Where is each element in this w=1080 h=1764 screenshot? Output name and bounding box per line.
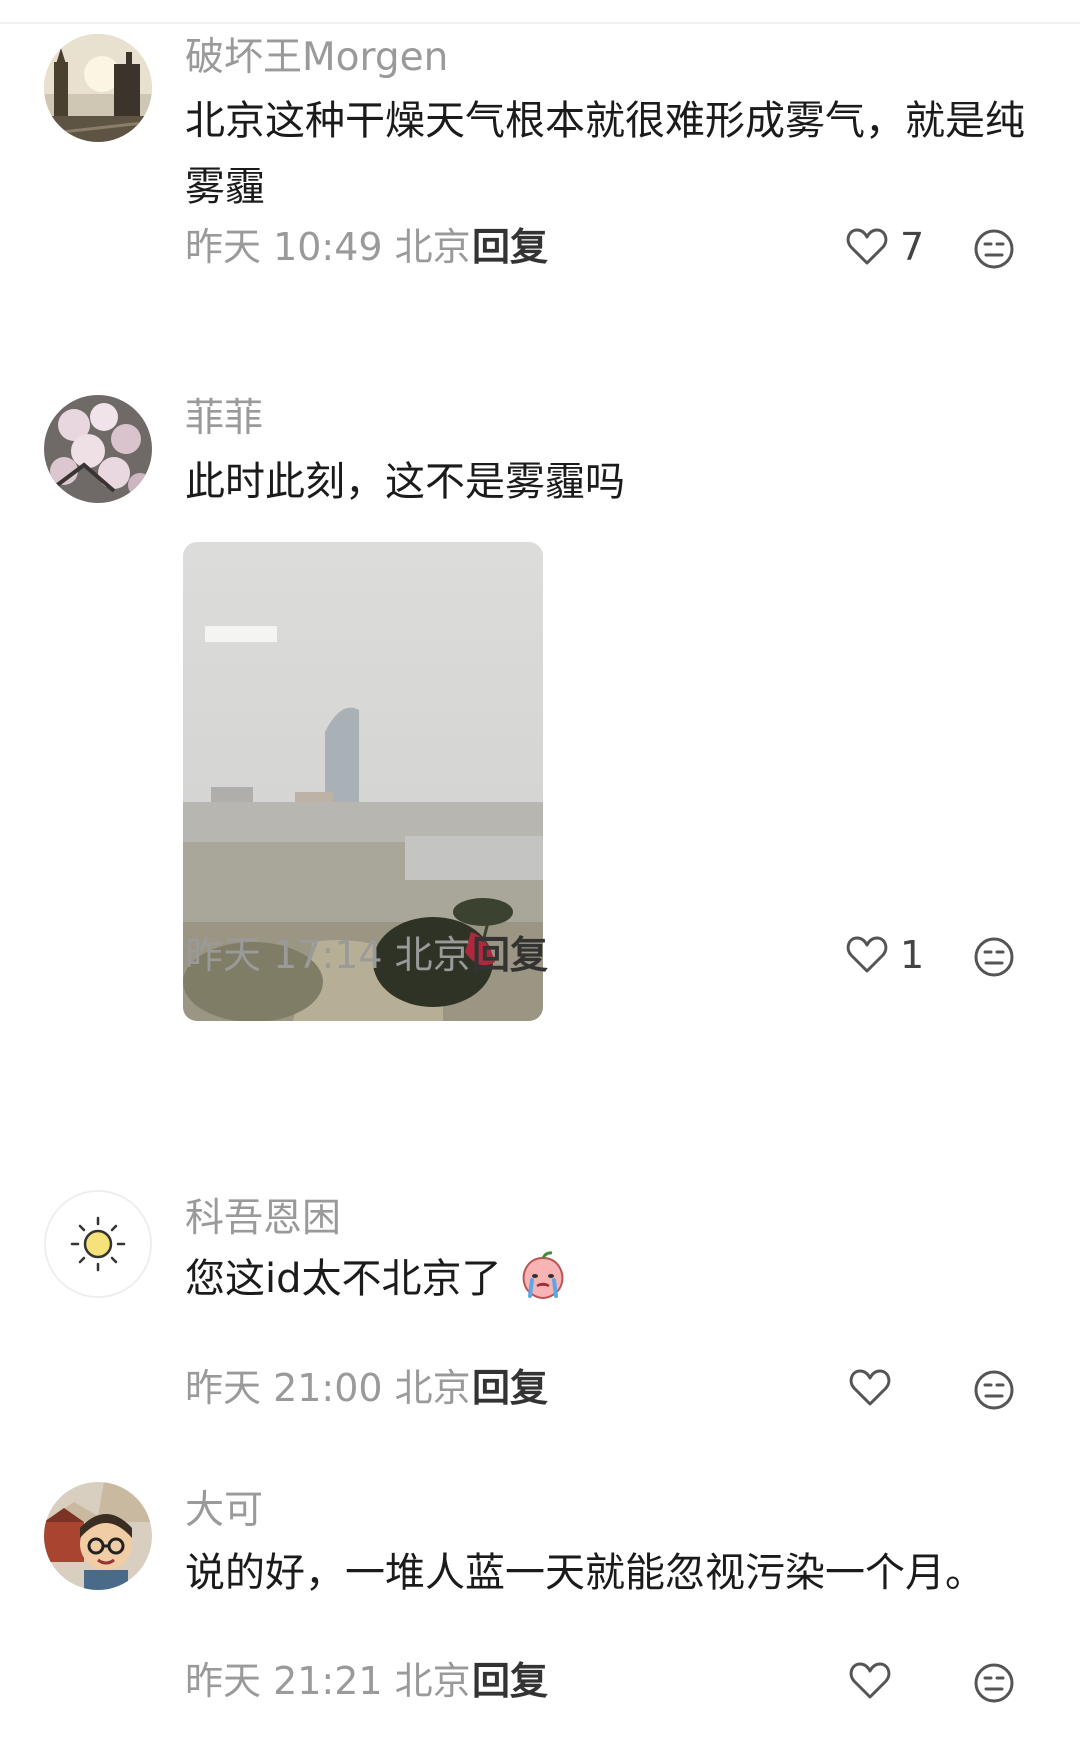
comment-timestamp: 昨天 21:21 北京 <box>185 1659 471 1703</box>
reaction-button[interactable] <box>972 1368 1016 1412</box>
like-count: 7 <box>900 225 925 269</box>
crying-peach-emoji-icon <box>522 1251 564 1300</box>
avatar[interactable] <box>44 1190 152 1298</box>
comment-text: 说的好，一堆人蓝一天就能忽视污染一个月。 <box>185 1550 985 1596</box>
heart-icon <box>846 228 888 265</box>
city-street-avatar-icon <box>44 34 152 142</box>
sun-avatar-icon <box>46 1192 150 1296</box>
comment-text-content: 您这id太不北京了 <box>185 1256 502 1302</box>
comment-timestamp: 昨天 10:49 北京 <box>185 225 471 269</box>
comment-timestamp: 昨天 21:00 北京 <box>185 1366 471 1410</box>
comment-text: 此时此刻，这不是雾霾吗 <box>185 459 625 505</box>
heart-icon <box>846 936 888 973</box>
reaction-button[interactable] <box>972 1661 1016 1705</box>
cartoon-person-avatar-icon <box>44 1482 152 1590</box>
neutral-face-icon <box>974 1663 1014 1703</box>
like-button[interactable] <box>845 225 889 269</box>
reply-button[interactable]: 回复 <box>472 931 548 979</box>
avatar[interactable] <box>44 395 152 503</box>
top-divider <box>0 22 1080 24</box>
reply-button[interactable]: 回复 <box>472 1657 548 1705</box>
comment-text: 北京这种干燥天气根本就很难形成雾气，就是纯雾霾 <box>185 98 1025 210</box>
neutral-face-icon <box>974 229 1014 269</box>
username[interactable]: 菲菲 <box>185 395 263 443</box>
avatar[interactable] <box>44 1482 152 1590</box>
flower-avatar-icon <box>44 395 152 503</box>
avatar[interactable] <box>44 34 152 142</box>
username[interactable]: 科吾恩困 <box>185 1195 341 1243</box>
heart-icon <box>849 1369 891 1406</box>
like-count: 1 <box>900 933 925 977</box>
username[interactable]: 破坏王Morgen <box>185 34 448 82</box>
neutral-face-icon <box>974 937 1014 977</box>
like-button[interactable] <box>848 1366 892 1410</box>
comment-timestamp: 昨天 17:14 北京 <box>185 933 471 977</box>
reply-button[interactable]: 回复 <box>472 1364 548 1412</box>
like-button[interactable] <box>848 1659 892 1703</box>
neutral-face-icon <box>974 1370 1014 1410</box>
reply-button[interactable]: 回复 <box>472 223 548 271</box>
heart-icon <box>849 1662 891 1699</box>
reaction-button[interactable] <box>972 935 1016 979</box>
reaction-button[interactable] <box>972 227 1016 271</box>
like-button[interactable] <box>845 933 889 977</box>
username[interactable]: 大可 <box>185 1487 263 1535</box>
comment-text: 您这id太不北京了 <box>185 1246 1025 1312</box>
